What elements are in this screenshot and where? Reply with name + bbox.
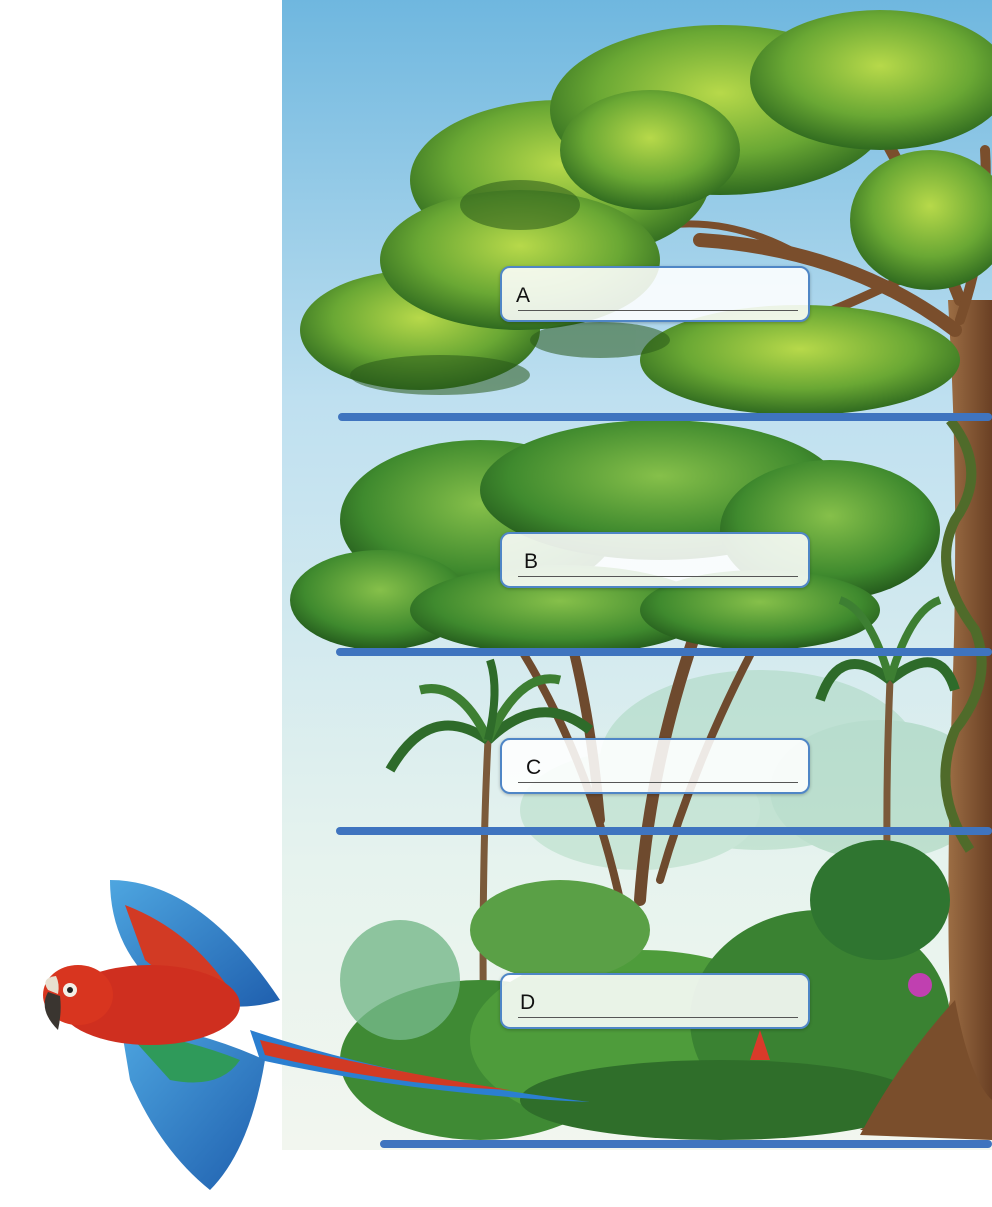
answer-line-a [518,310,798,311]
layer-letter-a: A [516,284,531,307]
layer-letter-d: D [520,991,536,1014]
divider-ground [380,1140,992,1148]
answer-line-c [518,782,798,783]
layer-label-box-a[interactable]: A [500,266,810,322]
rainforest-illustration [43,0,992,1190]
orchid-flower [908,973,932,997]
divider-understory-floor [336,827,992,835]
layer-letter-b: B [524,550,539,573]
answer-line-d [518,1017,798,1018]
answer-line-b [518,576,798,577]
divider-emergent-canopy [338,413,992,421]
divider-canopy-understory [336,648,992,656]
layer-label-box-d[interactable]: D [500,973,810,1029]
layer-label-box-b[interactable]: B [500,532,810,588]
layer-letter-c: C [526,756,542,779]
rainforest-layers-diagram: A B C D [0,0,992,1207]
layer-label-box-c[interactable]: C [500,738,810,794]
